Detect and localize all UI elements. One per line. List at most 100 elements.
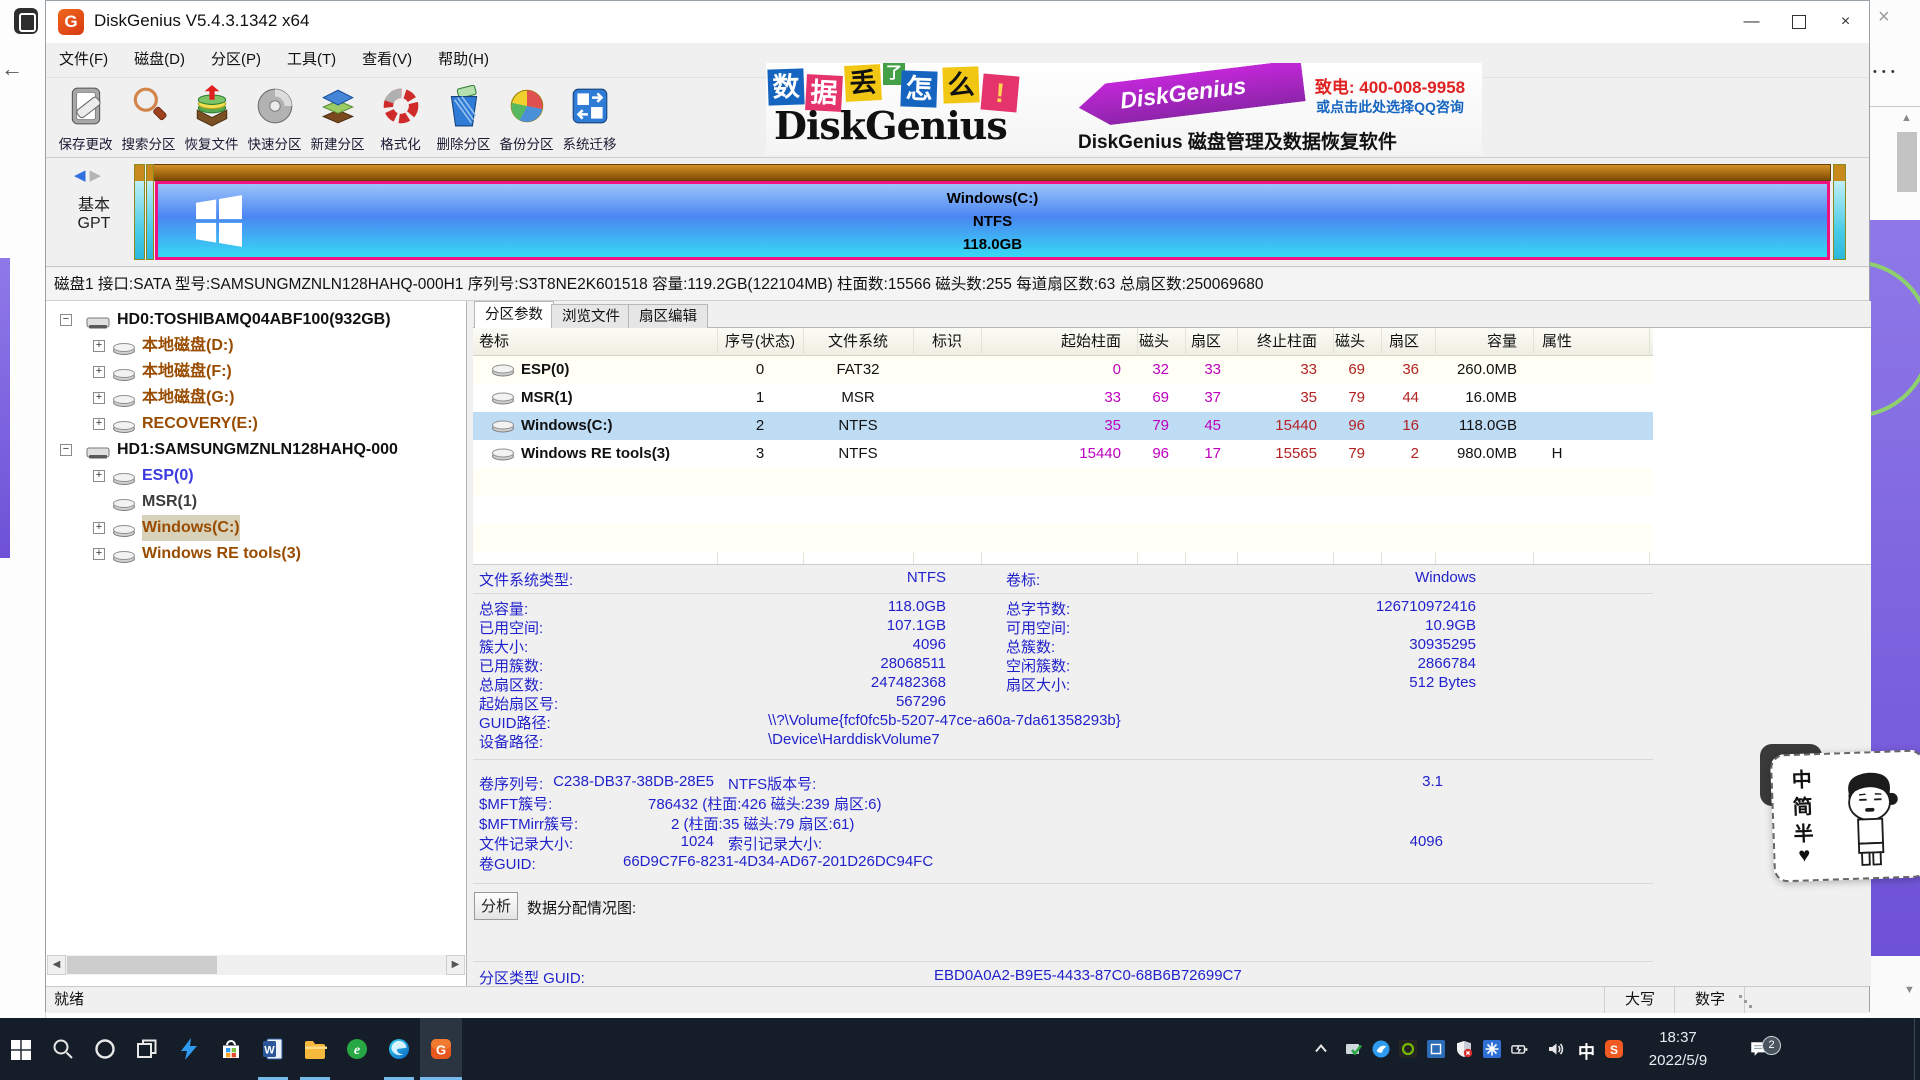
table-header-11[interactable]: 属性 <box>1525 328 1589 355</box>
ime-status-widget[interactable]: 中简半♥ <box>1770 749 1920 882</box>
show-desktop-button[interactable] <box>1914 1018 1915 1080</box>
resize-grip[interactable] <box>1749 1005 1752 1008</box>
tree-item-9[interactable]: +Windows RE tools(3) <box>46 541 466 567</box>
maximize-button[interactable] <box>1775 1 1822 43</box>
sogou-icon[interactable]: S <box>1605 1040 1623 1058</box>
toolbar-button-8[interactable]: 系统迁移 <box>558 82 621 154</box>
tree-expand-expand-icon[interactable]: + <box>93 392 105 404</box>
tree-item-8[interactable]: +Windows(C:) <box>46 515 466 541</box>
analyze-button[interactable]: 分析 <box>474 892 518 920</box>
tree-item-0[interactable]: −HD0:TOSHIBAMQ04ABF100(932GB) <box>46 307 466 333</box>
table-header-2[interactable]: 文件系统 <box>803 328 913 355</box>
intel-icon[interactable] <box>1427 1040 1445 1058</box>
bird-icon[interactable] <box>1372 1040 1390 1058</box>
toolbar-button-2[interactable]: 恢复文件 <box>180 82 243 154</box>
snowflake-icon[interactable] <box>1483 1040 1501 1058</box>
taskbar-diskgenius-button[interactable]: G <box>420 1018 462 1080</box>
antivirus-icon[interactable] <box>1345 1040 1363 1058</box>
nvidia-icon[interactable] <box>1399 1040 1417 1058</box>
tree-expand-expand-icon[interactable]: + <box>93 522 105 534</box>
ad-banner[interactable]: 数据丢了怎么! DiskGenius DiskGenius 致电: 400-00… <box>766 63 1482 155</box>
toolbar-button-1[interactable]: 搜索分区 <box>117 82 180 154</box>
diskgenius-icon: G <box>429 1037 453 1061</box>
tree-item-6[interactable]: +ESP(0) <box>46 463 466 489</box>
status-ready: 就绪 <box>54 987 84 1013</box>
table-header-7[interactable]: 终止柱面 <box>1229 328 1325 355</box>
banner-qq-link[interactable]: 或点击此处选择QQ咨询 <box>1304 97 1476 117</box>
tree-expand-expand-icon[interactable]: + <box>93 548 105 560</box>
detail-value: 118.0GB <box>479 598 946 615</box>
tree-item-3[interactable]: +本地磁盘(G:) <box>46 385 466 411</box>
tree-horizontal-scrollbar[interactable]: ◀ ▶ <box>47 955 465 975</box>
back-arrow-icon: ← <box>1 56 23 82</box>
taskbar-word-button[interactable]: W <box>252 1018 294 1080</box>
ntfs-version-value: 3.1 <box>728 773 1443 790</box>
volume-icon[interactable] <box>1547 1040 1565 1058</box>
tree-expand-expand-icon[interactable]: + <box>93 366 105 378</box>
minimize-button[interactable]: — <box>1728 1 1775 43</box>
toolbar-button-7[interactable]: 备份分区 <box>495 82 558 154</box>
toolbar-button-4[interactable]: 新建分区 <box>306 82 369 154</box>
scroll-left-icon[interactable]: ◀ <box>47 955 66 975</box>
table-header-4[interactable]: 起始柱面 <box>981 328 1129 355</box>
toolbar-button-6[interactable]: 删除分区 <box>432 82 495 154</box>
scroll-right-icon[interactable]: ▶ <box>446 955 465 975</box>
table-header-10[interactable]: 容量 <box>1427 328 1525 355</box>
table-header-0[interactable]: 卷标 <box>473 328 717 355</box>
toolbar-button-0[interactable]: 保存更改 <box>54 82 117 154</box>
ime-indicator[interactable]: 中 <box>1578 1038 1595 1063</box>
partition-block-windows-c[interactable]: Windows(C:) NTFS 118.0GB <box>155 181 1830 260</box>
taskbar-edge-button[interactable] <box>378 1018 420 1080</box>
taskbar-store-button[interactable] <box>210 1018 252 1080</box>
tab-1[interactable]: 浏览文件 <box>551 304 631 328</box>
toolbar-button-5[interactable]: 格式化 <box>369 82 432 154</box>
taskbar-green-e-button[interactable]: e <box>336 1018 378 1080</box>
table-row-1[interactable]: MSR(1)1MSR33693735794416.0MB <box>473 384 1653 412</box>
tree-item-2[interactable]: +本地磁盘(F:) <box>46 359 466 385</box>
tab-2[interactable]: 扇区编辑 <box>628 304 708 328</box>
partition-sliver-re-tools[interactable] <box>1833 164 1846 260</box>
taskbar-lightning-button[interactable] <box>168 1018 210 1080</box>
partition-sliver-esp[interactable] <box>134 164 145 260</box>
disk-type-gpt: GPT <box>70 215 118 233</box>
ime-skin-cartoon <box>1828 764 1912 876</box>
tree-expand-expand-icon[interactable]: + <box>93 340 105 352</box>
table-row-3[interactable]: Windows RE tools(3)3NTFS1544096171556579… <box>473 440 1653 468</box>
table-header-1[interactable]: 序号(状态) <box>717 328 803 355</box>
menu-item-4[interactable]: 查看(V) <box>349 43 425 77</box>
menu-item-1[interactable]: 磁盘(D) <box>121 43 198 77</box>
partition-sliver-msr[interactable] <box>146 164 154 260</box>
nav-left-icon[interactable]: ◀ <box>74 167 86 184</box>
menu-item-0[interactable]: 文件(F) <box>46 43 121 77</box>
table-header-3[interactable]: 标识 <box>913 328 981 355</box>
taskbar-start-button[interactable] <box>0 1018 42 1080</box>
menu-item-3[interactable]: 工具(T) <box>274 43 349 77</box>
menu-item-5[interactable]: 帮助(H) <box>425 43 502 77</box>
taskview-icon <box>135 1037 159 1061</box>
taskbar-explorer-button[interactable] <box>294 1018 336 1080</box>
tab-0[interactable]: 分区参数 <box>474 301 554 328</box>
close-button[interactable]: × <box>1822 1 1869 43</box>
taskbar-search-button[interactable] <box>42 1018 84 1080</box>
chevron-icon[interactable] <box>1312 1040 1330 1058</box>
taskbar-clock[interactable]: 18:37 2022/5/9 <box>1630 1026 1726 1072</box>
table-row-2[interactable]: Windows(C:)2NTFS357945154409616118.0GB <box>473 412 1653 440</box>
tree-expand-expand-icon[interactable]: + <box>93 470 105 482</box>
vol-guid-value: 66D9C7F6-8231-4D34-AD67-201D26DC94FC <box>623 853 933 870</box>
tree-item-4[interactable]: +RECOVERY(E:) <box>46 411 466 437</box>
tree-expand-expand-icon[interactable]: + <box>93 418 105 430</box>
tree-item-1[interactable]: +本地磁盘(D:) <box>46 333 466 359</box>
tree-item-7[interactable]: MSR(1) <box>46 489 466 515</box>
taskbar-cortana-button[interactable] <box>84 1018 126 1080</box>
defender-icon[interactable] <box>1455 1040 1473 1058</box>
battery-icon[interactable] <box>1511 1040 1529 1058</box>
table-row-0[interactable]: ESP(0)0FAT3203233336936260.0MB <box>473 356 1653 384</box>
toolbar-button-3[interactable]: 快速分区 <box>243 82 306 154</box>
nav-right-icon[interactable]: ▶ <box>90 167 102 184</box>
tree-expand-collapse-icon[interactable]: − <box>60 444 72 456</box>
tree-item-5[interactable]: −HD1:SAMSUNGMZNLN128HAHQ-000 <box>46 437 466 463</box>
taskbar-taskview-button[interactable] <box>126 1018 168 1080</box>
menu-item-2[interactable]: 分区(P) <box>198 43 274 77</box>
tree-expand-collapse-icon[interactable]: − <box>60 314 72 326</box>
scrollbar-thumb[interactable] <box>67 956 217 974</box>
